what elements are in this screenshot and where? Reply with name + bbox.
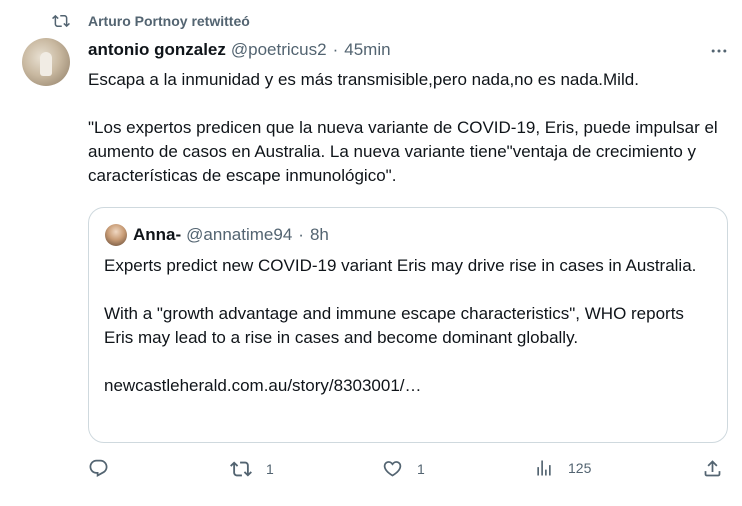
- share-icon: [704, 460, 721, 477]
- quoted-tweet-text: Experts predict new COVID-19 variant Eri…: [104, 254, 714, 398]
- author-handle[interactable]: @poetricus2: [231, 40, 327, 60]
- quoted-paragraph-1: Experts predict new COVID-19 variant Eri…: [104, 256, 697, 275]
- retweet-icon: [52, 12, 70, 30]
- action-bar: 1 1 125: [88, 458, 730, 482]
- author-name[interactable]: antonio gonzalez: [88, 40, 226, 60]
- quoted-tweet-header: Anna- @annatime94 · 8h: [105, 224, 329, 246]
- reply-button[interactable]: [88, 458, 123, 479]
- quoted-separator-dot: ·: [298, 225, 304, 244]
- share-button[interactable]: [702, 458, 723, 479]
- reply-icon: [89, 459, 108, 477]
- quoted-author-name: Anna-: [133, 225, 182, 244]
- like-icon: [383, 461, 402, 477]
- tweet-paragraph-2: "Los expertos predicen que la nueva vari…: [88, 118, 718, 185]
- tweet-text: Escapa a la inmunidad y es más transmisi…: [88, 68, 728, 188]
- retweet-icon: [230, 461, 252, 477]
- retweet-context[interactable]: Arturo Portnoy retwitteó: [52, 12, 250, 30]
- retweet-text[interactable]: Arturo Portnoy retwitteó: [88, 13, 250, 29]
- quoted-paragraph-2: With a "growth advantage and immune esca…: [104, 304, 684, 347]
- avatar[interactable]: [22, 38, 70, 86]
- quoted-tweet[interactable]: Anna- @annatime94 · 8h Experts predict n…: [88, 207, 728, 443]
- tweet-header: antonio gonzalez @poetricus2 · 45min: [88, 40, 391, 60]
- quoted-avatar: [105, 224, 127, 246]
- views-icon: [537, 460, 551, 476]
- quoted-author-handle: @annatime94: [186, 225, 293, 244]
- quoted-link[interactable]: newcastleherald.com.au/story/8303001/…: [104, 374, 714, 398]
- separator-dot: ·: [332, 40, 339, 59]
- views-count: 125: [568, 460, 592, 476]
- views-button[interactable]: 125: [534, 458, 591, 478]
- like-button[interactable]: 1: [382, 458, 425, 479]
- more-icon: [711, 49, 727, 53]
- retweet-count: 1: [266, 461, 274, 477]
- quoted-timestamp: 8h: [309, 225, 329, 244]
- tweet-paragraph-1: Escapa a la inmunidad y es más transmisi…: [88, 70, 639, 89]
- retweet-button[interactable]: 1: [230, 458, 274, 480]
- like-count: 1: [417, 460, 425, 477]
- timestamp[interactable]: 45min: [344, 40, 390, 60]
- more-button[interactable]: [708, 40, 730, 62]
